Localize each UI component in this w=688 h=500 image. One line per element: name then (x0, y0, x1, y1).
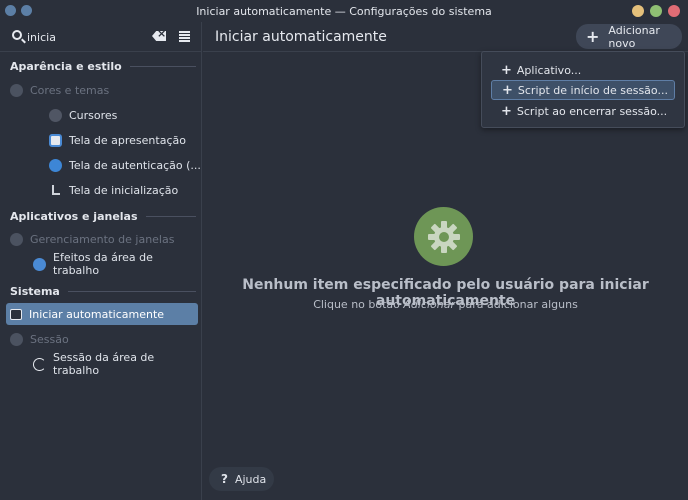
window-title: Iniciar automaticamente — Configurações … (196, 4, 492, 18)
window-menu[interactable] (5, 5, 32, 16)
pin-icon[interactable] (21, 5, 32, 16)
sidebar-item-colors-themes[interactable]: Cores e temas (10, 79, 109, 101)
plus-icon: + (501, 103, 512, 119)
menu-item-application[interactable]: + Aplicativo... (491, 60, 675, 80)
sidebar: Aparência e estilo Cores e temas Cursore… (0, 22, 202, 500)
add-new-menu: + Aplicativo... + Script de início de se… (481, 51, 685, 128)
sidebar-item-boot-screen[interactable]: Tela de inicialização (49, 179, 178, 201)
title-bar: Iniciar automaticamente — Configurações … (0, 0, 688, 22)
help-button[interactable]: ? Ajuda (209, 467, 274, 491)
search-input[interactable] (27, 29, 137, 45)
sidebar-item-window-management[interactable]: Gerenciamento de janelas (10, 228, 174, 250)
gear-icon (414, 207, 473, 266)
minimize-button[interactable] (632, 5, 644, 17)
hamburger-menu-icon[interactable] (179, 31, 190, 42)
plus-icon: + (586, 26, 600, 46)
help-icon: ? (221, 472, 228, 486)
menu-item-login-script[interactable]: + Script de início de sessão... (491, 80, 675, 100)
section-header-system: Sistema (10, 285, 196, 298)
sidebar-item-splash-screen[interactable]: Tela de apresentação (49, 129, 186, 151)
add-new-button[interactable]: + Adicionar novo (576, 24, 682, 50)
menu-item-logout-script[interactable]: + Script ao encerrar sessão... (491, 101, 675, 121)
session-icon (10, 332, 23, 346)
login-screen-icon (49, 158, 62, 172)
boot-screen-icon (52, 185, 60, 195)
sidebar-item-desktop-effects[interactable]: Efeitos da área de trabalho (33, 251, 201, 277)
empty-state-subtitle: Clique no botão Adicionar para adicionar… (313, 298, 578, 311)
close-button[interactable] (668, 5, 680, 17)
desktop-effects-icon (33, 257, 46, 271)
palette-icon (10, 83, 23, 97)
sidebar-item-desktop-session[interactable]: Sessão da área de trabalho (33, 351, 201, 377)
page-title: Iniciar automaticamente (215, 29, 387, 45)
autostart-icon (10, 308, 22, 320)
cursor-icon (49, 108, 62, 122)
plus-icon: + (502, 82, 513, 98)
sidebar-item-autostart[interactable]: Iniciar automaticamente (6, 303, 198, 325)
sidebar-item-cursors[interactable]: Cursores (49, 104, 117, 126)
clear-search-icon[interactable] (152, 31, 166, 41)
desktop-session-icon (33, 357, 46, 371)
section-header-apps-windows: Aplicativos e janelas (10, 210, 196, 223)
maximize-button[interactable] (650, 5, 662, 17)
app-icon[interactable] (5, 5, 16, 16)
main-header: Iniciar automaticamente + Adicionar novo (203, 22, 688, 52)
search-row (0, 22, 202, 52)
splash-screen-icon (49, 133, 62, 147)
sidebar-item-session[interactable]: Sessão (10, 328, 69, 350)
section-header-appearance: Aparência e estilo (10, 60, 196, 73)
window-management-icon (10, 232, 23, 246)
sidebar-item-login-screen[interactable]: Tela de autenticação (... (49, 154, 201, 176)
plus-icon: + (501, 62, 512, 78)
search-icon (12, 30, 22, 40)
